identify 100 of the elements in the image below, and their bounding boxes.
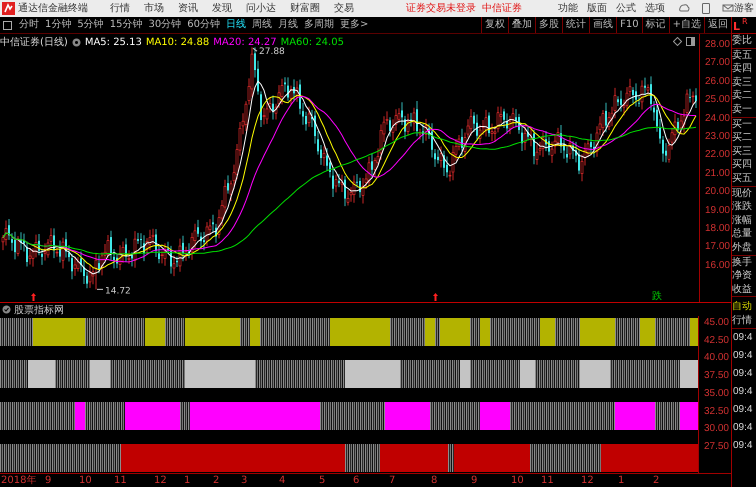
price-axis-label: 25.00 [704, 94, 730, 106]
indicator-axis-label: 42.50 [704, 334, 729, 346]
price-axis-label: 20.00 [704, 186, 730, 198]
time-axis-label: 11 [541, 475, 554, 486]
indicator-axis-label: 35.00 [704, 388, 729, 399]
period-tab[interactable]: 分时 [16, 17, 42, 33]
login-status[interactable]: 证券交易未登录 [406, 0, 476, 17]
indicator-axis-label: 45.00 [704, 317, 729, 328]
price-axis-label: 23.00 [704, 131, 730, 142]
period-tab[interactable]: 60分钟 [184, 17, 223, 33]
panel-tab[interactable]: L [733, 20, 740, 33]
indicator-axis-label: 27.50 [704, 440, 729, 452]
time-axis-label: 2 [653, 475, 660, 486]
time-axis-label: 11 [114, 475, 127, 486]
period-tab[interactable]: 更多> [336, 17, 372, 33]
trade-time: 09:4 [732, 439, 754, 454]
price-axis-label: 22.00 [704, 149, 730, 160]
price-axis-label: 19.00 [704, 204, 730, 216]
quote-field-label: 买四 [732, 158, 753, 172]
quotes-label: 行情 [732, 314, 756, 330]
menu-item[interactable]: 功能 [558, 0, 578, 17]
period-tab[interactable]: 30分钟 [145, 17, 184, 33]
time-axis-label: 7 [389, 475, 396, 486]
trade-time: 09:4 [732, 403, 754, 418]
user-name[interactable]: 游客 [734, 0, 754, 17]
quote-field-label: 买一 [732, 118, 753, 132]
quote-field-label: 收益 [732, 282, 753, 296]
indicator-axis-label: 32.50 [704, 406, 729, 416]
quote-field-label: 涨幅 [732, 214, 753, 228]
trade-time: 09:4 [732, 331, 754, 346]
menu-item[interactable]: 公式 [616, 0, 636, 17]
quote-field-label: 委比 [732, 34, 753, 48]
chart-tool-button[interactable]: 多股 [535, 17, 562, 33]
chart-tool-button[interactable]: 统计 [562, 17, 590, 33]
menu-item[interactable]: 问小达 [246, 0, 276, 17]
quote-field-label: 买五 [732, 172, 753, 186]
time-axis-label: 12 [154, 475, 167, 486]
menu-item[interactable]: 选项 [645, 0, 665, 17]
menu-item[interactable]: 行情 [110, 0, 130, 17]
quote-field-label: 买三 [732, 144, 753, 158]
indicator-axis-label: 40.00 [704, 352, 729, 364]
chart-tool-button[interactable]: 叠加 [508, 17, 536, 33]
indicator-name: 股票指标网 [14, 304, 64, 316]
time-axis-label: 9 [471, 475, 478, 486]
price-axis-label: 18.00 [704, 223, 730, 234]
chart-tool-button[interactable]: 返回 [704, 17, 731, 33]
time-axis-label: 9 [45, 475, 52, 486]
menu-item[interactable]: 财富圈 [290, 0, 320, 17]
time-axis-label: 4 [279, 475, 286, 486]
quote-field-label: 换手 [732, 256, 753, 270]
menu-item[interactable]: 版面 [587, 0, 607, 17]
quote-field-label: 外盘 [732, 240, 753, 254]
time-axis-label: 8 [431, 475, 438, 486]
period-tab[interactable]: 多周期 [300, 17, 337, 33]
quote-field-label: 现价 [732, 186, 753, 200]
moving-average-value: MA20: 24.27 [213, 36, 277, 48]
time-axis-label: 2 [213, 475, 220, 486]
time-axis-label: 1 [618, 475, 624, 486]
chart-title: 中信证券(日线) [0, 36, 68, 49]
time-axis-label: 10 [511, 475, 524, 486]
price-axis-label: 27.00 [704, 57, 730, 68]
period-tab[interactable]: 周线 [248, 17, 275, 33]
indicator-axis-label: 30.00 [704, 423, 729, 434]
chart-tool-button[interactable]: F10 [616, 17, 642, 33]
app-name: 通达信金融终端 [18, 2, 88, 16]
time-axis-label: 3 [241, 475, 248, 486]
period-tab[interactable]: 15分钟 [106, 17, 146, 33]
menu-item[interactable]: 发现 [212, 0, 232, 17]
moving-average-value: MA10: 24.88 [146, 36, 210, 48]
quote-field-label: 涨跌 [732, 200, 753, 214]
panel-tab[interactable]: R [742, 17, 748, 26]
menu-item[interactable]: 交易 [334, 0, 354, 17]
trade-time: 09:4 [732, 421, 754, 436]
period-tab[interactable]: 5分钟 [74, 17, 107, 33]
quote-field-label: 总量 [732, 227, 753, 241]
chart-tool-button[interactable]: +自选 [668, 17, 704, 33]
quote-field-label: 卖五 [732, 48, 753, 62]
trade-time: 09:4 [732, 367, 754, 382]
price-axis-label: 16.00 [704, 260, 730, 271]
broker-name[interactable]: 中信证券 [482, 0, 522, 17]
chart-tool-button[interactable]: 画线 [589, 17, 616, 33]
price-axis-label: 24.00 [704, 112, 730, 124]
menu-item[interactable]: 资讯 [178, 0, 198, 17]
chart-tool-button[interactable]: 标记 [642, 17, 669, 33]
time-axis-label: 6 [353, 475, 360, 486]
quote-field-label: 净资 [732, 269, 753, 283]
quote-field-label: 卖一 [732, 102, 753, 117]
time-axis-label: 10 [79, 475, 92, 486]
time-axis-label: 5 [319, 475, 326, 486]
moving-average-value: MA60: 24.05 [280, 36, 344, 48]
price-axis-label: 28.00 [704, 39, 730, 50]
chart-tool-button[interactable]: 复权 [481, 17, 508, 33]
period-tab[interactable]: 月线 [274, 17, 301, 33]
period-tab[interactable]: 1分钟 [42, 17, 74, 33]
auto-label[interactable]: 自动 [732, 300, 756, 314]
time-axis-label: 2018年 [1, 475, 36, 486]
menu-item[interactable]: 市场 [144, 0, 164, 17]
period-tab[interactable]: 日线 [222, 17, 249, 33]
quote-field-label: 卖三 [732, 76, 753, 90]
quote-field-label: 卖二 [732, 89, 753, 103]
